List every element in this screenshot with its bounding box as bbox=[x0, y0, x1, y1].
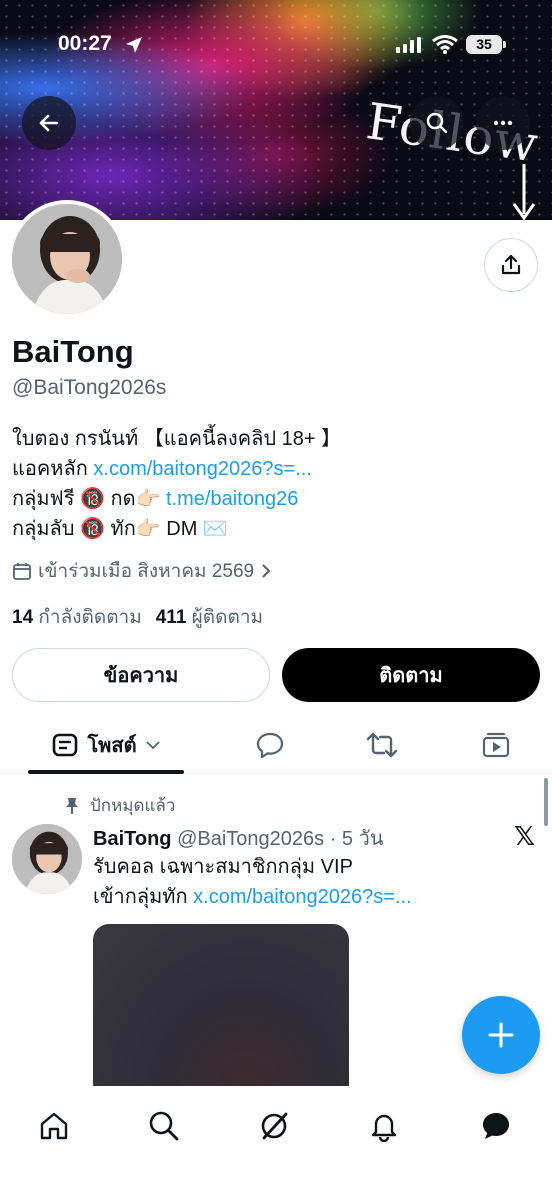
compose-button[interactable] bbox=[462, 996, 540, 1074]
chevron-down-icon bbox=[145, 741, 160, 750]
nav-search[interactable] bbox=[138, 1100, 190, 1152]
following-label: กำลังติดตาม bbox=[38, 607, 142, 628]
post-author-name[interactable]: BaiTong bbox=[93, 828, 172, 850]
pinned-label: ปักหมุดแล้ว bbox=[90, 796, 176, 815]
bio-line: กลุ่มฟรี 🔞 กด👉🏻 t.me/baitong26 bbox=[12, 484, 542, 514]
joined-date: เข้าร่วมเมือ สิงหาคม 2569 bbox=[12, 556, 272, 586]
cellular-signal-icon bbox=[396, 37, 421, 53]
bio-link-telegram[interactable]: t.me/baitong26 bbox=[166, 488, 298, 510]
message-button[interactable]: ข้อความ bbox=[12, 648, 270, 702]
post-header: BaiTong @BaiTong2026s · 5 วัน bbox=[93, 822, 384, 854]
battery-indicator: 35 bbox=[466, 35, 506, 54]
video-icon bbox=[482, 732, 510, 758]
scrollbar[interactable] bbox=[544, 778, 548, 826]
profile-name: BaiTong bbox=[12, 334, 134, 369]
repost-icon bbox=[366, 732, 398, 758]
tab-posts[interactable]: โพสต์ bbox=[28, 716, 184, 774]
more-button[interactable] bbox=[476, 96, 530, 150]
share-icon bbox=[501, 254, 521, 275]
wifi-icon bbox=[432, 35, 458, 54]
followers-count: 411 bbox=[155, 607, 187, 628]
banner-arrow-icon bbox=[512, 164, 536, 220]
more-icon bbox=[493, 120, 513, 126]
home-icon bbox=[40, 1112, 68, 1140]
calendar-icon bbox=[13, 563, 31, 580]
arrow-left-icon bbox=[39, 114, 59, 132]
bio-line: แอคหลัก x.com/baitong2026?s=... bbox=[12, 454, 542, 484]
tab-reposts[interactable] bbox=[354, 716, 410, 774]
profile-stats: 14 กำลังติดตาม 411 ผู้ติดตาม bbox=[12, 602, 263, 632]
tab-replies[interactable] bbox=[242, 716, 298, 774]
bio-text: กลุ่มฟรี 🔞 กด👉🏻 bbox=[12, 488, 167, 510]
search-button[interactable] bbox=[410, 96, 464, 150]
bio-line: กลุ่มลับ 🔞 ทัก👉🏻 DM ✉️ bbox=[12, 518, 228, 540]
post-author-avatar[interactable] bbox=[12, 824, 82, 894]
profile-bio: ใบตอง กรนันท์ 【แอคนี้ลงคลิป 18+ 】 แอคหลั… bbox=[12, 424, 542, 544]
location-arrow-icon bbox=[126, 37, 142, 53]
search-icon bbox=[149, 1111, 179, 1141]
tab-media[interactable] bbox=[468, 716, 524, 774]
posts-icon bbox=[53, 733, 78, 757]
joined-text: เข้าร่วมเมือ สิงหาคม 2569 bbox=[38, 561, 255, 582]
pin-icon bbox=[66, 797, 78, 814]
post-media[interactable] bbox=[93, 924, 349, 1104]
post-text-line: รับคอล เฉพาะสมาชิกกลุ่ม VIP bbox=[93, 856, 353, 878]
reply-icon bbox=[256, 732, 284, 759]
bio-link-main-account[interactable]: x.com/baitong2026?s=... bbox=[93, 458, 311, 480]
following-link[interactable]: 14 กำลังติดตาม bbox=[12, 602, 142, 632]
bottom-nav bbox=[0, 1086, 552, 1200]
pinned-indicator: ปักหมุดแล้ว bbox=[64, 792, 175, 819]
bell-icon bbox=[371, 1114, 397, 1142]
post-author-meta: @BaiTong2026s · 5 วัน bbox=[177, 828, 384, 850]
following-count: 14 bbox=[12, 607, 34, 628]
messages-icon bbox=[483, 1113, 509, 1139]
search-icon bbox=[426, 112, 448, 134]
back-button[interactable] bbox=[22, 96, 76, 150]
followers-link[interactable]: 411 ผู้ติดตาม bbox=[156, 602, 263, 632]
nav-messages[interactable] bbox=[470, 1100, 522, 1152]
post-text-line: เข้ากลุ่มทัก x.com/baitong2026?s=... bbox=[93, 882, 412, 912]
x-logo-icon[interactable]: 𝕏 bbox=[514, 822, 535, 852]
bio-text: แอคหลัก bbox=[12, 458, 94, 480]
follow-button[interactable]: ติดตาม bbox=[282, 648, 540, 702]
nav-home[interactable] bbox=[28, 1100, 80, 1152]
profile-handle: @BaiTong2026s bbox=[12, 376, 167, 399]
share-profile-button[interactable] bbox=[484, 238, 538, 292]
post-text-prefix: เข้ากลุ่มทัก bbox=[93, 886, 194, 908]
avatar-illustration bbox=[12, 824, 82, 894]
status-bar: 00:27 35 bbox=[0, 28, 552, 62]
avatar-photo bbox=[12, 204, 122, 314]
grok-icon bbox=[261, 1112, 288, 1140]
nav-grok[interactable] bbox=[248, 1100, 300, 1152]
post-link[interactable]: x.com/baitong2026?s=... bbox=[193, 886, 411, 908]
avatar-illustration bbox=[12, 204, 122, 314]
nav-notifications[interactable] bbox=[358, 1100, 410, 1152]
plus-icon bbox=[488, 1022, 514, 1048]
status-time: 00:27 bbox=[58, 32, 112, 55]
chevron-right-icon bbox=[262, 564, 271, 578]
followers-label: ผู้ติดตาม bbox=[191, 607, 264, 628]
tab-posts-label: โพสต์ bbox=[87, 735, 137, 757]
profile-avatar[interactable] bbox=[8, 200, 126, 318]
profile-tabs: โพสต์ bbox=[0, 716, 552, 774]
bio-line: ใบตอง กรนันท์ 【แอคนี้ลงคลิป 18+ 】 bbox=[12, 428, 342, 450]
post-text: รับคอล เฉพาะสมาชิกกลุ่ม VIP เข้ากลุ่มทัก… bbox=[93, 852, 412, 912]
active-tab-indicator bbox=[28, 770, 184, 774]
